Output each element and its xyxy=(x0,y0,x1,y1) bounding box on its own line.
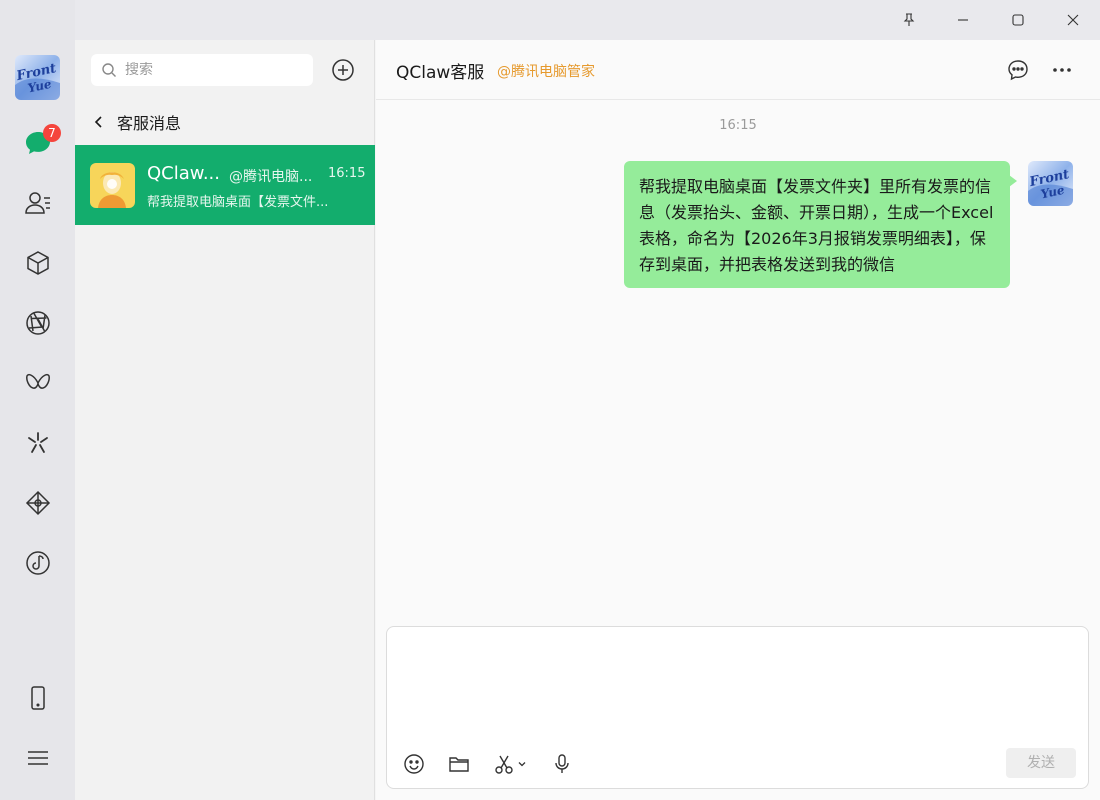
back-label: 客服消息 xyxy=(117,114,182,133)
conversation-item[interactable]: QClaw... @腾讯电脑... 16:15 帮我提取电脑桌面【发票文件... xyxy=(75,145,375,225)
butterfly-icon[interactable] xyxy=(20,365,56,401)
chat-area: QClaw客服 @腾讯电脑管家 16:15 帮我提取电脑桌面【发票文件夹】里所有… xyxy=(376,40,1100,800)
search-input[interactable] xyxy=(125,62,305,78)
minimize-icon[interactable] xyxy=(940,0,986,40)
message-composer: 发送 xyxy=(386,626,1089,789)
chevron-down-icon[interactable] xyxy=(513,750,531,778)
sparkle-icon[interactable] xyxy=(20,425,56,461)
back-button[interactable]: 客服消息 xyxy=(91,110,181,134)
conversation-tag: @腾讯电脑... xyxy=(229,169,313,185)
chevron-left-icon xyxy=(94,116,102,128)
message-timestamp: 16:15 xyxy=(719,118,757,133)
search-box[interactable] xyxy=(91,54,313,86)
send-button[interactable]: 发送 xyxy=(1006,748,1076,778)
chat-tag: @腾讯电脑管家 xyxy=(497,64,595,80)
emoji-icon[interactable] xyxy=(400,750,428,778)
conversation-panel: 客服消息 QClaw... @腾讯电脑... 16:15 帮我提取电脑桌面【发票… xyxy=(75,40,375,800)
search-icon xyxy=(102,63,116,77)
aperture-icon[interactable] xyxy=(20,305,56,341)
qclaw-avatar xyxy=(90,163,135,208)
message-bubble[interactable]: 帮我提取电脑桌面【发票文件夹】里所有发票的信息（发票抬头、金额、开票日期），生成… xyxy=(624,161,1017,288)
close-icon[interactable] xyxy=(1050,0,1096,40)
my-avatar[interactable]: Front Yue xyxy=(1028,161,1073,206)
title-bar xyxy=(0,0,1100,40)
more-icon[interactable] xyxy=(1048,56,1076,84)
conversation-preview: 帮我提取电脑桌面【发票文件... xyxy=(147,195,329,210)
add-icon[interactable] xyxy=(331,58,355,82)
diamond-icon[interactable] xyxy=(20,485,56,521)
folder-icon[interactable] xyxy=(445,750,473,778)
contacts-icon[interactable] xyxy=(20,185,56,221)
menu-icon[interactable] xyxy=(20,740,56,776)
conversation-time: 16:15 xyxy=(328,166,366,181)
maximize-icon[interactable] xyxy=(995,0,1041,40)
user-avatar[interactable]: Front Yue xyxy=(15,55,60,100)
microphone-icon[interactable] xyxy=(548,750,576,778)
cube-icon[interactable] xyxy=(20,245,56,281)
chat-title: QClaw客服 xyxy=(396,63,485,83)
conversation-name: QClaw... xyxy=(147,163,221,184)
pin-icon[interactable] xyxy=(886,0,932,40)
nav-rail: Front Yue 7 xyxy=(0,0,75,800)
unread-badge: 7 xyxy=(43,124,61,142)
phone-icon[interactable] xyxy=(20,680,56,716)
comment-icon[interactable] xyxy=(1004,56,1032,84)
chat-header: QClaw客服 @腾讯电脑管家 xyxy=(376,40,1100,100)
message-input[interactable] xyxy=(401,639,1071,734)
music-icon[interactable] xyxy=(20,545,56,581)
